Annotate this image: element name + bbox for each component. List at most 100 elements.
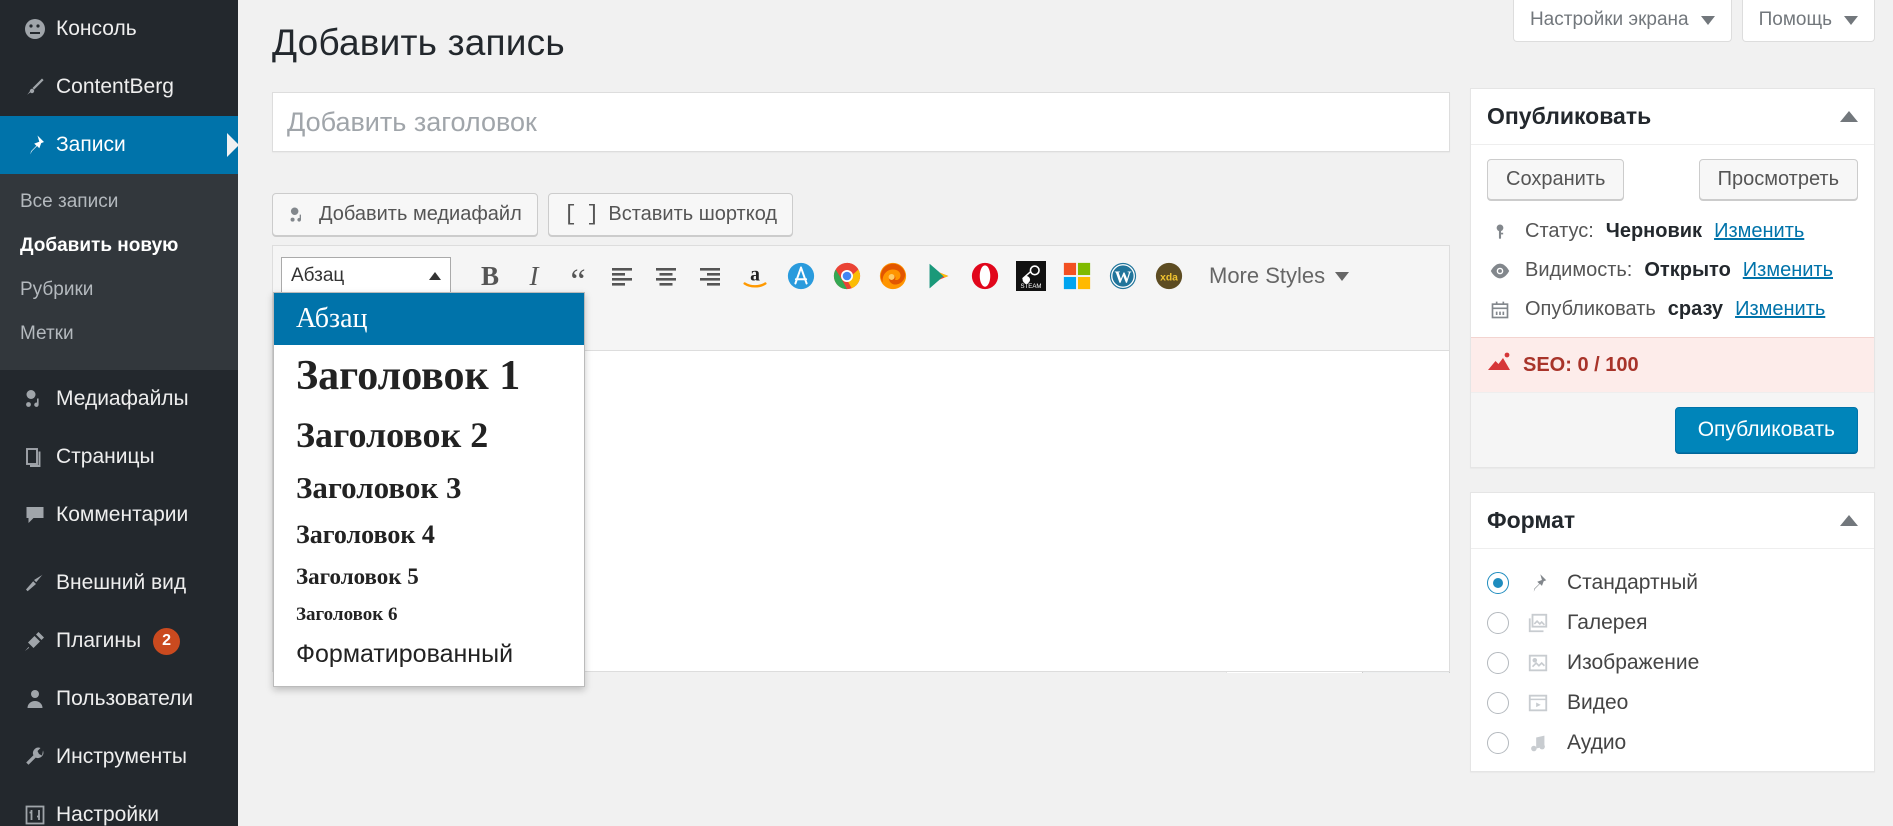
sidebar-item-label: Внешний вид — [56, 571, 187, 594]
screen-meta-buttons: Настройки экрана Помощь — [1512, 0, 1875, 42]
sidebar-item-pages[interactable]: Страницы — [0, 428, 238, 486]
align-left-icon[interactable] — [601, 255, 643, 297]
format-select[interactable]: Абзац — [281, 257, 451, 295]
format-radio-gallery[interactable]: Галерея — [1487, 603, 1858, 643]
format-option-heading-1[interactable]: Заголовок 1 — [274, 345, 584, 407]
format-radio-standard[interactable]: Стандартный — [1487, 563, 1858, 603]
chevron-up-icon[interactable] — [1840, 111, 1858, 122]
publish-button[interactable]: Опубликовать — [1674, 407, 1858, 453]
brush-icon — [14, 75, 56, 99]
page-title: Добавить запись — [272, 22, 565, 63]
firefox-icon[interactable] — [871, 255, 915, 297]
sidebar-item-dashboard[interactable]: Консоль — [0, 0, 238, 58]
main-content: Настройки экрана Помощь Добавить запись … — [238, 0, 1893, 826]
format-option-paragraph[interactable]: Абзац — [274, 293, 584, 345]
format-option-heading-3[interactable]: Заголовок 3 — [274, 463, 584, 513]
align-right-icon[interactable] — [689, 255, 731, 297]
wordpress-icon[interactable]: W — [1101, 255, 1145, 297]
edit-status-link[interactable]: Изменить — [1714, 220, 1804, 243]
format-option-label: Аудио — [1567, 731, 1627, 754]
appstore-icon[interactable] — [779, 255, 823, 297]
microsoft-icon[interactable] — [1055, 255, 1099, 297]
gallery-icon — [1523, 612, 1553, 634]
radio-button[interactable] — [1487, 612, 1509, 634]
radio-button[interactable] — [1487, 732, 1509, 754]
sidebar-item-appearance[interactable]: Внешний вид — [0, 554, 238, 612]
sidebar-item-media[interactable]: Медиафайлы — [0, 370, 238, 428]
more-styles-button[interactable]: More Styles — [1209, 263, 1350, 289]
sidebar-item-comments[interactable]: Комментарии — [0, 486, 238, 544]
publish-box-title: Опубликовать — [1487, 103, 1652, 129]
media-buttons-row: Добавить медиафайл [ ] Вставить шорткод … — [272, 193, 1450, 673]
edit-schedule-link[interactable]: Изменить — [1735, 298, 1825, 321]
wp-admin-screen: Консоль ContentBerg Записи Все записи До… — [0, 0, 1893, 826]
edit-visibility-link[interactable]: Изменить — [1743, 259, 1833, 282]
chevron-down-icon — [1844, 15, 1858, 25]
add-media-button[interactable]: Добавить медиафайл — [272, 193, 538, 236]
appearance-icon — [14, 571, 56, 595]
admin-sidebar: Консоль ContentBerg Записи Все записи До… — [0, 0, 238, 826]
sidebar-item-label: Пользователи — [56, 687, 194, 710]
googleplay-icon[interactable] — [917, 255, 961, 297]
format-option-preformatted[interactable]: Форматированный — [274, 633, 584, 676]
post-status-value: Черновик — [1605, 220, 1703, 242]
preview-button[interactable]: Просмотреть — [1698, 159, 1858, 200]
save-draft-button[interactable]: Сохранить — [1487, 159, 1625, 200]
radio-button[interactable] — [1487, 572, 1509, 594]
key-icon — [1487, 221, 1513, 243]
format-radio-image[interactable]: Изображение — [1487, 643, 1858, 683]
post-visibility-value: Открыто — [1644, 259, 1731, 281]
post-schedule-row: Опубликовать сразу Изменить — [1487, 290, 1858, 329]
seo-score-row[interactable]: SEO: 0 / 100 — [1471, 337, 1874, 392]
comment-icon — [14, 503, 56, 527]
eye-icon — [1487, 262, 1513, 280]
sidebar-item-add-new[interactable]: Добавить новую — [0, 224, 238, 268]
format-option-heading-6[interactable]: Заголовок 6 — [274, 597, 584, 633]
blockquote-icon[interactable]: “ — [557, 255, 599, 299]
chevron-up-icon[interactable] — [1840, 515, 1858, 526]
align-center-icon[interactable] — [645, 255, 687, 297]
sidebar-item-categories[interactable]: Рубрики — [0, 268, 238, 312]
dashboard-icon — [14, 17, 56, 41]
sidebar-item-users[interactable]: Пользователи — [0, 670, 238, 728]
svg-text:STEAM: STEAM — [1021, 283, 1042, 290]
sidebar-item-tools[interactable]: Инструменты — [0, 728, 238, 786]
post-schedule-label: Опубликовать — [1525, 298, 1656, 320]
xda-icon[interactable]: xda — [1147, 255, 1191, 297]
sidebar-item-tags[interactable]: Метки — [0, 312, 238, 356]
chevron-down-icon — [1335, 271, 1350, 281]
post-schedule-value: сразу — [1667, 298, 1724, 320]
image-icon — [1523, 652, 1553, 674]
sidebar-item-posts[interactable]: Записи — [0, 116, 238, 174]
opera-icon[interactable] — [963, 255, 1007, 297]
format-radio-audio[interactable]: Аудио — [1487, 723, 1858, 763]
insert-shortcode-button[interactable]: [ ] Вставить шорткод — [547, 193, 794, 236]
italic-icon[interactable]: I — [513, 255, 555, 297]
publish-box-header: Опубликовать — [1471, 89, 1874, 145]
help-button[interactable]: Помощь — [1741, 0, 1875, 42]
format-option-heading-2[interactable]: Заголовок 2 — [274, 407, 584, 463]
sidebar-item-plugins[interactable]: Плагины 2 — [0, 612, 238, 670]
sidebar-item-label: Медиафайлы — [56, 387, 189, 410]
chrome-icon[interactable] — [825, 255, 869, 297]
steam-icon[interactable]: STEAM — [1009, 255, 1053, 297]
help-label: Помощь — [1758, 9, 1832, 30]
radio-button[interactable] — [1487, 652, 1509, 674]
amazon-icon[interactable]: a — [733, 255, 777, 297]
format-box-header: Формат — [1471, 493, 1874, 549]
chevron-down-icon — [1700, 15, 1715, 25]
sidebar-item-all-posts[interactable]: Все записи — [0, 180, 238, 224]
format-radio-video[interactable]: Видео — [1487, 683, 1858, 723]
publish-footer: Опубликовать — [1471, 392, 1874, 467]
radio-button[interactable] — [1487, 692, 1509, 714]
submenu-item-label: Рубрики — [20, 279, 94, 300]
screen-options-button[interactable]: Настройки экрана — [1512, 0, 1732, 42]
format-option-heading-5[interactable]: Заголовок 5 — [274, 557, 584, 597]
bold-icon[interactable]: B — [469, 255, 511, 297]
post-title-input[interactable] — [272, 92, 1450, 152]
sidebar-item-contentberg[interactable]: ContentBerg — [0, 58, 238, 116]
sidebar-item-settings[interactable]: Настройки — [0, 786, 238, 826]
posts-submenu: Все записи Добавить новую Рубрики Метки — [0, 174, 238, 370]
format-option-heading-4[interactable]: Заголовок 4 — [274, 513, 584, 557]
format-select-value: Абзац — [291, 265, 345, 286]
